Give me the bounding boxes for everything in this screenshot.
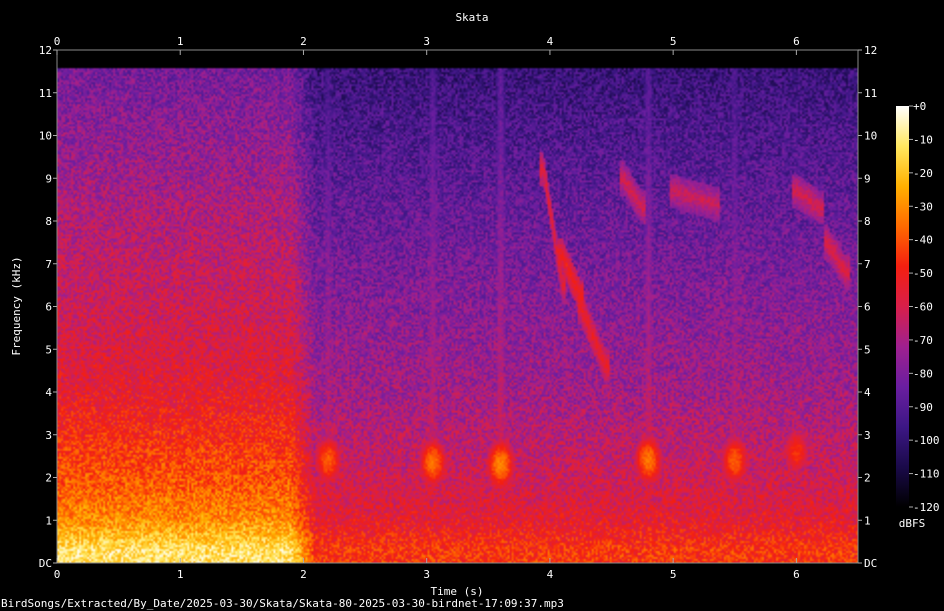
colorbar-tick-label: -100 <box>913 434 940 447</box>
x-tick-label-bottom: 5 <box>670 568 677 581</box>
y-axis-label: Frequency (kHz) <box>10 256 23 355</box>
y-tick-label-right: 3 <box>864 429 871 442</box>
y-tick-label-right: 10 <box>864 130 877 143</box>
colorbar-tick-label: -60 <box>913 301 933 314</box>
x-tick-label-top: 3 <box>423 35 430 48</box>
y-tick-label-left: 4 <box>45 386 52 399</box>
x-tick-label-bottom: 1 <box>177 568 184 581</box>
spectrogram-image <box>57 50 858 563</box>
x-tick-label-bottom: 0 <box>54 568 61 581</box>
colorbar-tick-label: -30 <box>913 200 933 213</box>
y-tick-label-right: 4 <box>864 386 871 399</box>
y-tick-label-right: 1 <box>864 514 871 527</box>
colorbar-tick-label: -50 <box>913 267 933 280</box>
x-tick-label-bottom: 2 <box>300 568 307 581</box>
y-tick-label-right: 7 <box>864 258 871 271</box>
spectrogram-chart: Skata 0123456 0123456 DC123456789101112 … <box>1 11 940 610</box>
y-tick-label-left: 7 <box>45 258 52 271</box>
x-tick-label-bottom: 3 <box>423 568 430 581</box>
y-tick-label-right: 12 <box>864 44 877 57</box>
colorbar-tick-label: +0 <box>913 100 926 113</box>
y-tick-label-right: 9 <box>864 172 871 185</box>
footer-file-path: BirdSongs/Extracted/By_Date/2025-03-30/S… <box>1 597 564 610</box>
y-tick-label-right: 6 <box>864 301 871 314</box>
colorbar-tick-label: -40 <box>913 234 933 247</box>
x-tick-label-bottom: 4 <box>547 568 554 581</box>
y-tick-label-left: 2 <box>45 472 52 485</box>
colorbar-tick-label: -120 <box>913 501 940 514</box>
y-axis-left: DC123456789101112 <box>39 44 57 570</box>
y-tick-label-left: DC <box>39 557 52 570</box>
x-tick-label-top: 4 <box>547 35 554 48</box>
colorbar-tick-label: -70 <box>913 334 933 347</box>
colorbar-tick-label: -110 <box>913 468 940 481</box>
chart-title: Skata <box>455 11 488 24</box>
colorbar-tick-label: -90 <box>913 401 933 414</box>
y-tick-label-left: 8 <box>45 215 52 228</box>
y-tick-label-left: 9 <box>45 172 52 185</box>
colorbar-label: dBFS <box>899 517 926 530</box>
colorbar-tick-label: -80 <box>913 367 933 380</box>
y-tick-label-left: 5 <box>45 343 52 356</box>
y-tick-label-right: 5 <box>864 343 871 356</box>
y-tick-label-left: 1 <box>45 514 52 527</box>
y-tick-label-left: 10 <box>39 130 52 143</box>
colorbar-ticks: +0 -10 -20 -30 -40 -50 -60 -70 -80 -90 -100 -110 -12… <box>909 100 940 514</box>
colorbar-tick-label: -10 <box>913 133 933 146</box>
y-tick-label-left: 12 <box>39 44 52 57</box>
colorbar <box>896 106 909 507</box>
x-tick-label-top: 1 <box>177 35 184 48</box>
y-axis-right: DC123456789101112 <box>858 44 877 570</box>
y-tick-label-right: 8 <box>864 215 871 228</box>
y-tick-label-left: 6 <box>45 301 52 314</box>
y-tick-label-left: 11 <box>39 87 52 100</box>
x-tick-label-bottom: 6 <box>793 568 800 581</box>
y-tick-label-right: 2 <box>864 472 871 485</box>
x-tick-label-top: 2 <box>300 35 307 48</box>
y-tick-label-left: 3 <box>45 429 52 442</box>
x-tick-label-top: 5 <box>670 35 677 48</box>
x-tick-label-top: 6 <box>793 35 800 48</box>
y-tick-label-right: 11 <box>864 87 877 100</box>
x-tick-label-top: 0 <box>54 35 61 48</box>
y-tick-label-right: DC <box>864 557 877 570</box>
colorbar-tick-label: -20 <box>913 167 933 180</box>
